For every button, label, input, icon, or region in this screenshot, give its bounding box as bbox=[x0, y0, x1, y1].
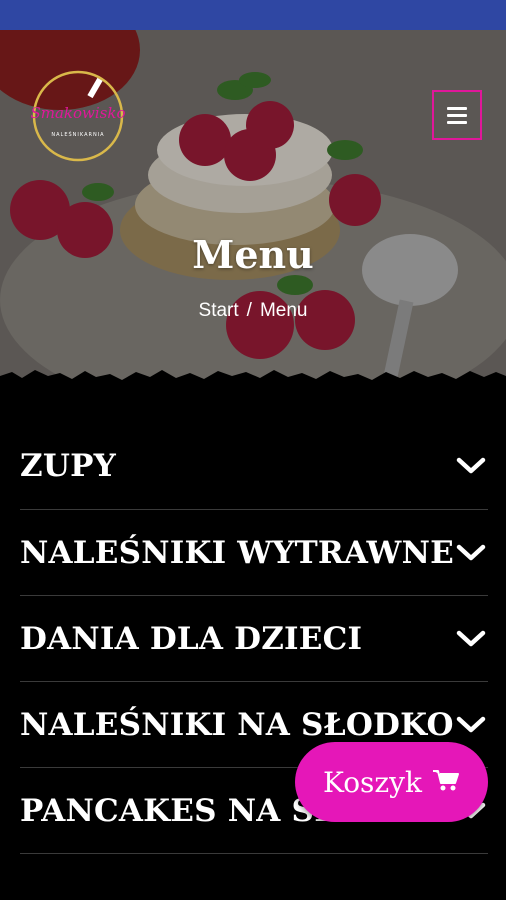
menu-category-label: ZUPY bbox=[20, 447, 116, 484]
svg-text:Smakowisko: Smakowisko bbox=[30, 104, 125, 122]
breadcrumb-current: Menu bbox=[259, 300, 308, 321]
logo-emblem: Smakowisko NALEŚNIKARNIA bbox=[30, 70, 126, 162]
chevron-down-icon[interactable] bbox=[454, 627, 488, 651]
chevron-down-icon[interactable] bbox=[454, 713, 488, 737]
breadcrumb-separator: / bbox=[246, 300, 252, 321]
cart-button-label: Koszyk bbox=[323, 765, 422, 799]
hero-banner: Smakowisko NALEŚNIKARNIA Menu Start / Menu bbox=[0, 30, 506, 392]
menu-category-item[interactable]: DANIA DLA DZIECI bbox=[20, 596, 488, 682]
menu-category-label: NALEŚNIKI NA SŁODKO bbox=[20, 706, 454, 743]
cart-icon bbox=[432, 768, 460, 797]
logo[interactable]: Smakowisko NALEŚNIKARNIA bbox=[28, 70, 128, 162]
menu-category-item[interactable]: NALEŚNIKI WYTRAWNE bbox=[20, 510, 488, 596]
hamburger-icon-bar bbox=[447, 106, 467, 110]
breadcrumb-home-link[interactable]: Start bbox=[199, 300, 239, 322]
hamburger-icon-bar bbox=[447, 120, 467, 124]
menu-category-label: DANIA DLA DZIECI bbox=[20, 620, 363, 657]
hamburger-icon-bar bbox=[447, 113, 467, 117]
svg-text:NALEŚNIKARNIA: NALEŚNIKARNIA bbox=[51, 131, 104, 138]
menu-category-label: NALEŚNIKI WYTRAWNE bbox=[20, 534, 454, 571]
cart-button[interactable]: Koszyk bbox=[295, 742, 488, 822]
menu-category-item[interactable]: ZUPY bbox=[20, 422, 488, 510]
hamburger-menu-button[interactable] bbox=[432, 90, 482, 140]
page-title: Menu bbox=[192, 232, 314, 277]
chevron-down-icon[interactable] bbox=[454, 454, 488, 478]
chevron-down-icon[interactable] bbox=[454, 541, 488, 565]
status-bar bbox=[0, 0, 506, 30]
breadcrumb: Start / Menu bbox=[0, 300, 506, 322]
torn-paper-divider bbox=[0, 370, 506, 406]
